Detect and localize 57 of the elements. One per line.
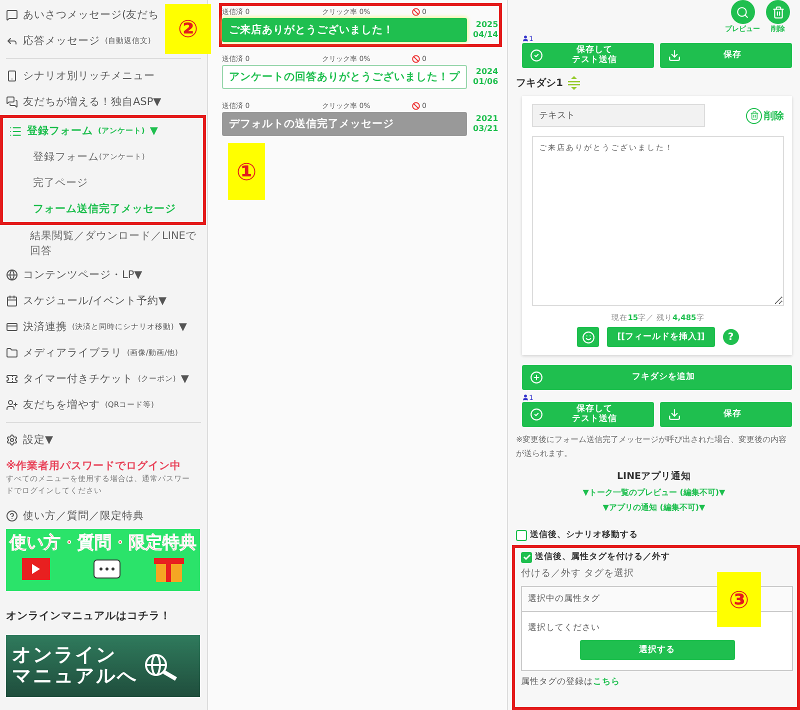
search-icon [736,6,749,18]
smile-icon [582,330,595,344]
card-icon [6,321,18,334]
checkbox-label[interactable]: 送信後、属性タグを付ける／外す [535,551,670,564]
message-date: 2021 03/21 [473,114,498,134]
menu-item[interactable]: シナリオ別リッチメニュー [6,63,155,89]
download-icon [668,408,681,421]
folder-icon [6,347,18,360]
menu-item[interactable]: 設定▼ [6,427,54,454]
submenu-item[interactable]: 結果閲覧／ダウンロード／LINEで回答 [6,225,207,262]
download-icon [668,49,681,62]
bubble-title: フキダシ1 [516,76,563,90]
plus-circle-icon [530,371,543,384]
emoji-button[interactable] [577,327,600,347]
list-icon [9,124,22,138]
trash-icon [750,111,758,120]
block-icon [412,102,420,110]
block-icon [412,55,420,63]
menu-item[interactable]: コンテンツページ・LP▼ [6,262,142,288]
check-circle-icon [530,49,543,62]
chat-icon [6,9,18,21]
user-plus-icon [6,399,18,412]
help-icon [6,510,18,522]
submenu-item[interactable]: 完了ページ [9,170,203,196]
reply-icon [6,35,18,47]
annotation-label: ③ [717,572,761,627]
checkbox-label[interactable]: 送信後、シナリオ移動する [530,529,638,542]
trash-icon [772,6,784,18]
checkbox[interactable] [521,552,532,563]
manual-heading: オンラインマニュアルはコチラ！ [6,609,172,624]
globe-icon [6,269,18,282]
help-link[interactable]: 使い方／質問／限定特典 [6,503,144,530]
message-date: 2024 01/06 [473,66,498,88]
type-select[interactable]: テキスト [532,104,705,127]
message-button[interactable]: デフォルトの送信完了メッセージ [222,112,467,136]
annotation-label: ① [228,143,265,200]
change-note: ※変更後にフォーム送信完了メッセージが呼び出された場合、変更後の内容が送られます。 [516,434,788,460]
tag-register-text: 属性タグの登録はこちら [521,676,621,688]
check-circle-icon [530,408,543,421]
chat-icon [6,96,18,108]
message-date: 2025 04/14 [473,20,498,40]
ticket-icon [6,373,18,386]
globe-search-icon [142,651,180,682]
settings-icon [6,434,18,446]
manual-banner[interactable]: オンライン マニュアルへ [6,635,200,698]
phone-icon [6,70,18,82]
warning-text: ※作業者用パスワードでログイン中 [6,459,182,474]
checkbox[interactable] [516,530,527,541]
menu-item[interactable]: スケジュール/イベント予約▼ [6,288,167,314]
tag-caption: 付ける／外す タグを選択 [521,567,636,580]
block-icon [412,8,420,16]
notify-heading: LINEアプリ通知 [616,470,692,484]
menu-item[interactable]: 友だちが増える！独自ASP▼ [6,89,162,115]
calendar-icon [6,295,18,308]
drag-handle-icon[interactable] [566,76,581,90]
annotation-label: ② [165,4,211,54]
menu-item[interactable]: あいさつメッセージ(友だち [6,2,160,28]
